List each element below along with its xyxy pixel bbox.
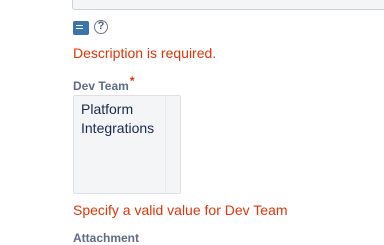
dev-team-label-text: Dev Team [73, 79, 129, 93]
dev-team-select[interactable]: Platform Integrations [73, 95, 181, 194]
description-textarea[interactable] [72, 0, 384, 10]
description-error: Description is required. [73, 45, 217, 61]
attachment-label: Attachment [73, 231, 140, 245]
dev-team-option[interactable]: Platform Integrations [81, 100, 167, 138]
dev-team-label: Dev Team* [73, 74, 134, 93]
wiki-text-icon[interactable] [73, 20, 89, 35]
description-toolbar: ? [73, 17, 108, 35]
required-marker: * [129, 74, 135, 88]
help-icon[interactable]: ? [94, 19, 108, 34]
dev-team-scrollbar[interactable] [165, 96, 180, 193]
dev-team-error: Specify a valid value for Dev Team [73, 202, 288, 218]
